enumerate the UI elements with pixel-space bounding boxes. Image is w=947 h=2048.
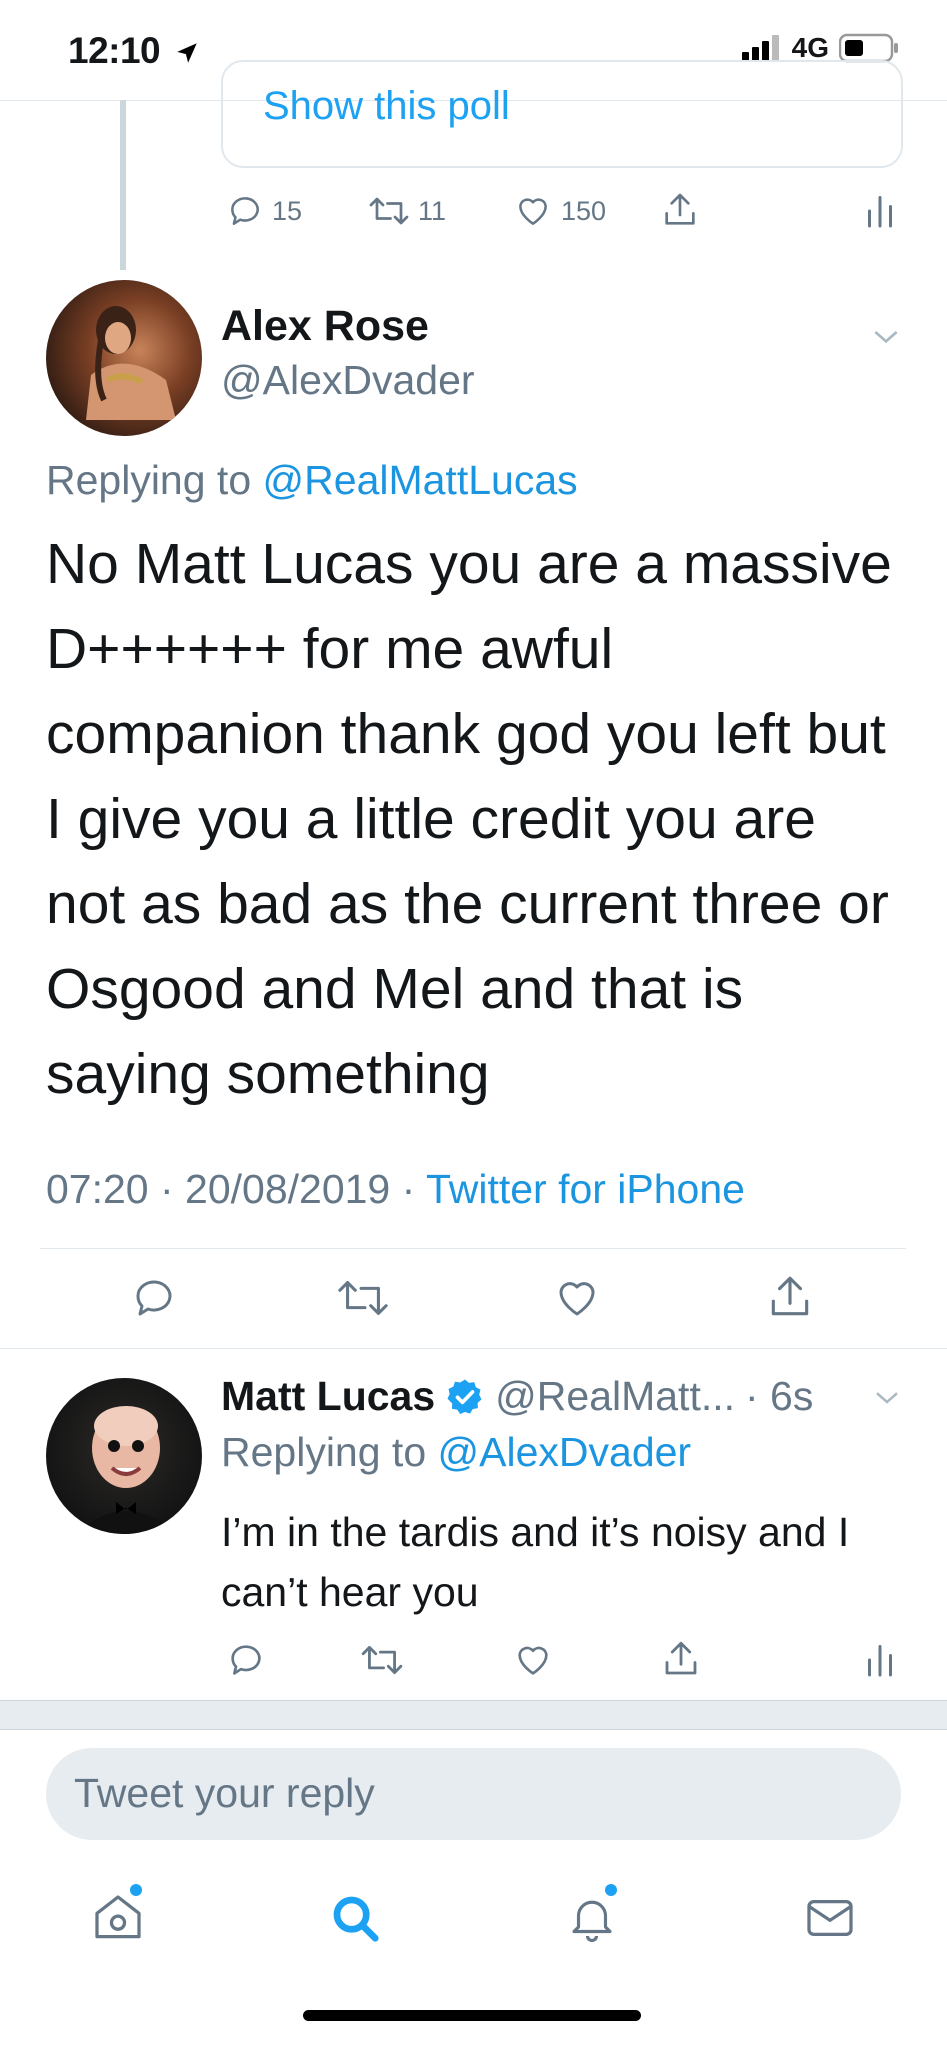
reply-replying-to-line: Replying to @AlexDvader [221, 1429, 691, 1476]
replying-to-prefix: Replying to [221, 1429, 427, 1475]
chevron-down-icon[interactable] [872, 1382, 902, 1412]
retweet-icon[interactable] [336, 1274, 390, 1322]
retweet-count: 11 [418, 195, 447, 226]
tab-search[interactable] [328, 1890, 382, 1951]
author-display-name[interactable]: Alex Rose [221, 302, 429, 351]
tab-notifications[interactable] [565, 1884, 619, 1951]
tweet-divider [0, 1348, 947, 1349]
home-indicator[interactable] [303, 2010, 641, 2021]
home-notification-dot [130, 1884, 142, 1896]
tweet-timestamp: 07:20 · 20/08/2019 · [46, 1166, 416, 1212]
tweet-meta: 07:20 · 20/08/2019 · Twitter for iPhone [46, 1166, 745, 1213]
battery-icon [839, 33, 898, 63]
tab-home[interactable] [90, 1884, 146, 1951]
reply-tweet-actions [220, 1638, 900, 1684]
show-poll-link[interactable]: Show this poll [263, 84, 510, 129]
reply-author-name[interactable]: Matt Lucas [221, 1373, 435, 1420]
tweet-reply-input[interactable]: Tweet your reply [46, 1748, 901, 1840]
retweet-icon[interactable] [360, 1640, 404, 1680]
signal-strength-icon [741, 35, 779, 61]
reply-author-handle[interactable]: @RealMatt... [495, 1373, 735, 1420]
reply-icon [231, 197, 259, 225]
analytics-icon[interactable] [865, 1640, 895, 1680]
envelope-icon [807, 1900, 853, 1936]
replying-to-prefix: Replying to [46, 457, 252, 503]
reply-placeholder: Tweet your reply [74, 1770, 375, 1816]
retweet-icon [369, 197, 409, 225]
replying-to-mention[interactable]: @RealMattLucas [263, 457, 578, 503]
tweet-source-link[interactable]: Twitter for iPhone [426, 1166, 745, 1212]
author-handle[interactable]: @AlexDvader [221, 357, 475, 404]
matt-lucas-avatar[interactable] [46, 1378, 202, 1534]
heart-icon[interactable] [552, 1274, 602, 1322]
analytics-icon[interactable] [865, 192, 895, 230]
verified-badge-icon [447, 1379, 482, 1414]
chevron-down-icon[interactable] [870, 320, 902, 352]
status-time: 12:10 [68, 30, 200, 72]
previous-tweet-actions: 15 11 150 [220, 188, 900, 234]
home-icon [95, 1895, 141, 1939]
share-icon[interactable] [660, 190, 700, 230]
reply-action[interactable]: 15 [226, 192, 302, 230]
reply-age: · 6s [745, 1373, 814, 1419]
reply-header: Matt Lucas @RealMatt... · 6s [221, 1373, 813, 1420]
location-arrow-icon [177, 43, 197, 63]
tab-messages[interactable] [802, 1890, 858, 1951]
reply-icon[interactable] [130, 1274, 178, 1322]
retweet-action[interactable]: 11 [368, 192, 446, 230]
heart-icon[interactable] [512, 1640, 554, 1680]
replying-to-mention[interactable]: @AlexDvader [438, 1429, 692, 1475]
bottom-tab-bar [0, 1868, 947, 1968]
search-icon [333, 1896, 379, 1942]
like-count: 150 [561, 195, 607, 226]
bell-icon [572, 1900, 612, 1943]
main-tweet-actions [0, 1268, 947, 1330]
replying-to-line: Replying to @RealMattLucas [46, 457, 578, 504]
section-divider [0, 1700, 947, 1730]
reply-count: 15 [272, 195, 303, 226]
avatar-portrait-image [76, 1406, 176, 1534]
heart-icon [519, 198, 547, 225]
share-icon[interactable] [660, 1638, 702, 1680]
tweet-text: No Matt Lucas you are a massive D++++++ … [46, 532, 892, 1106]
meta-divider [40, 1248, 906, 1249]
share-icon[interactable] [765, 1272, 815, 1322]
status-time-text: 12:10 [68, 30, 161, 71]
avatar-figure-image [86, 306, 176, 420]
reply-text: I’m in the tardis and it’s noisy and I c… [221, 1509, 850, 1615]
alex-rose-avatar[interactable] [46, 280, 202, 436]
like-action[interactable]: 150 [513, 192, 606, 230]
thread-connector-line [120, 100, 126, 270]
poll-card[interactable]: Show this poll [221, 60, 903, 168]
reply-icon[interactable] [226, 1640, 266, 1680]
notifications-dot [605, 1884, 617, 1896]
